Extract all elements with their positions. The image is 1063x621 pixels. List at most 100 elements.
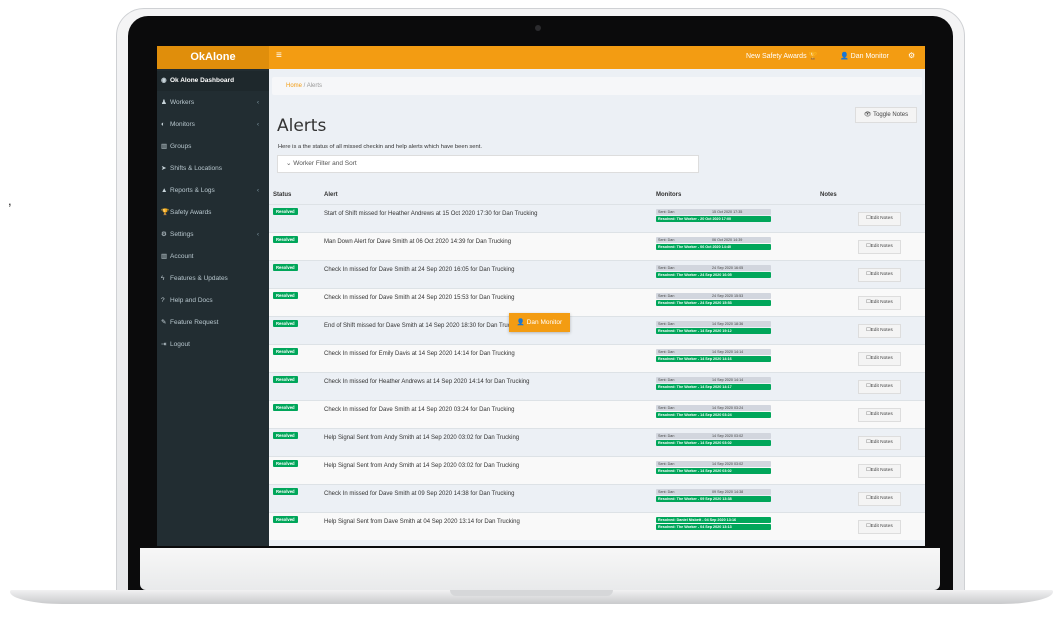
sidebar-item-logout[interactable]: ⇥ Logout	[157, 335, 269, 355]
table-row: Resolved Check In missed for Heather And…	[269, 372, 925, 400]
sidebar-item-label: Ok Alone Dashboard	[170, 77, 235, 84]
status-badge: Resolved	[273, 432, 298, 439]
table-row: Resolved Help Signal Sent from Dave Smit…	[269, 512, 925, 540]
edit-notes-button[interactable]: ☐Edit Notes	[858, 408, 901, 422]
edit-notes-button[interactable]: ☐Edit Notes	[858, 212, 901, 226]
breadcrumb-current: Alerts	[306, 83, 323, 89]
sidebar-item-workers[interactable]: ♟ Workers ‹	[157, 93, 269, 113]
chevron-left-icon: ‹	[257, 122, 259, 128]
user-menu-link[interactable]: 👤 Dan Monitor	[840, 52, 889, 60]
row-divider	[269, 456, 925, 457]
question-icon: ?	[161, 297, 165, 304]
gears-icon: ⚙	[161, 231, 167, 238]
sidebar-item-help[interactable]: ? Help and Docs	[157, 291, 269, 311]
status-badge: Resolved	[273, 264, 298, 271]
alert-text: Check In missed for Dave Smith at 24 Sep…	[324, 295, 515, 301]
sidebar-item-feature-request[interactable]: ✎ Feature Request	[157, 313, 269, 333]
user-hover-tooltip: 👤 Dan Monitor	[509, 313, 570, 332]
monitor-resolved-badge: Resolved: The Worker - 06 Oct 2020 14:40	[656, 244, 771, 250]
status-badge: Resolved	[273, 208, 298, 215]
sidebar-item-reports[interactable]: ▲ Reports & Logs ‹	[157, 181, 269, 201]
sent-label: Sent: Dan	[658, 434, 675, 438]
row-divider	[269, 260, 925, 261]
new-safety-awards-link[interactable]: New Safety Awards 🏆	[746, 52, 817, 60]
edit-notes-button[interactable]: ☐Edit Notes	[858, 380, 901, 394]
sidebar-item-shifts[interactable]: ➤ Shifts & Locations	[157, 159, 269, 179]
edit-notes-button[interactable]: ☐Edit Notes	[858, 324, 901, 338]
sidebar-item-monitors[interactable]: ◐ Monitors ‹	[157, 115, 269, 135]
sent-date: 14 Sep 2020 14:14	[712, 378, 744, 382]
sent-date: 14 Sep 2020 14:14	[712, 350, 744, 354]
hamburger-menu-icon[interactable]: ≡	[276, 50, 282, 61]
status-badge: Resolved	[273, 404, 298, 411]
sent-date: 14 Sep 2020 03:24	[712, 406, 744, 410]
row-divider	[269, 512, 925, 513]
alert-text: End of Shift missed for Dave Smith at 14…	[324, 323, 522, 329]
monitor-sent-badge: Sent: Dan 06 Oct 2020 14:39	[656, 237, 771, 243]
breadcrumb-home-link[interactable]: Home	[286, 83, 302, 89]
status-badge: Resolved	[273, 488, 298, 495]
edit-notes-button[interactable]: ☐Edit Notes	[858, 296, 901, 310]
sidebar-item-dashboard[interactable]: ◉ Ok Alone Dashboard	[157, 71, 269, 91]
page-subtitle: Here is a the status of all missed check…	[278, 144, 482, 150]
monitor-sent-badge: Sent: Dan 24 Sep 2020 15:53	[656, 293, 771, 299]
sidebar-item-safety-awards[interactable]: 🏆Safety Awards	[157, 203, 269, 223]
sidebar-item-groups[interactable]: ▥ Groups	[157, 137, 269, 157]
monitor-sent-badge: Sent: Dan 14 Sep 2020 14:14	[656, 377, 771, 383]
camera-icon	[535, 25, 541, 31]
column-header-notes: Notes	[820, 192, 837, 198]
edit-notes-button[interactable]: ☐Edit Notes	[858, 436, 901, 450]
sent-date: 09 Sep 2020 14:38	[712, 490, 744, 494]
gears-icon[interactable]: ⚙	[908, 51, 915, 60]
chart-icon: ▲	[161, 187, 168, 194]
sidebar-item-label: Logout	[170, 341, 190, 348]
sent-label: Sent: Dan	[658, 462, 675, 466]
alert-text: Check In missed for Dave Smith at 09 Sep…	[324, 491, 515, 497]
sidebar-item-label: Reports & Logs	[170, 187, 215, 194]
sent-label: Sent: Dan	[658, 378, 675, 382]
monitor-sent-badge: Sent: Dan 14 Sep 2020 03:02	[656, 433, 771, 439]
edit-notes-button[interactable]: ☐Edit Notes	[858, 268, 901, 282]
table-row: Resolved Help Signal Sent from Andy Smit…	[269, 456, 925, 484]
alert-text: Help Signal Sent from Dave Smith at 04 S…	[324, 519, 520, 525]
sidebar-item-label: Safety Awards	[170, 209, 212, 216]
sent-label: Sent: Dan	[658, 266, 675, 270]
row-divider	[269, 400, 925, 401]
chevron-left-icon: ‹	[257, 100, 259, 106]
edit-notes-button[interactable]: ☐Edit Notes	[858, 492, 901, 506]
row-divider	[269, 372, 925, 373]
sidebar-item-label: Help and Docs	[170, 297, 213, 304]
toggle-notes-button[interactable]: 👁 Toggle Notes	[855, 107, 917, 123]
location-arrow-icon: ➤	[161, 165, 167, 172]
sidebar-item-label: Features & Updates	[170, 275, 228, 282]
status-badge: Resolved	[273, 320, 298, 327]
edit-notes-button[interactable]: ☐Edit Notes	[858, 352, 901, 366]
monitor-resolved-badge: Resolved: The Worker - 09 Sep 2020 13:38	[656, 496, 771, 502]
worker-filter-toggle[interactable]: ⌄ Worker Filter and Sort	[277, 155, 699, 173]
laptop-notch	[450, 590, 613, 596]
table-row: Resolved Check In missed for Dave Smith …	[269, 400, 925, 428]
sidebar-item-settings[interactable]: ⚙ Settings ‹	[157, 225, 269, 245]
edit-notes-button[interactable]: ☐Edit Notes	[858, 520, 901, 534]
sidebar-item-features[interactable]: ϟ Features & Updates	[157, 269, 269, 289]
table-row: Resolved Start of Shift missed for Heath…	[269, 204, 925, 232]
column-header-status: Status	[273, 192, 292, 198]
row-divider	[269, 484, 925, 485]
sidebar-item-account[interactable]: ▥ Account	[157, 247, 269, 267]
sidebar-item-label: Workers	[170, 99, 195, 106]
sent-label: Sent: Dan	[658, 322, 675, 326]
alert-text: Start of Shift missed for Heather Andrew…	[324, 211, 538, 217]
monitor-sent-badge: Sent: Dan 24 Sep 2020 16:05	[656, 265, 771, 271]
row-divider	[269, 316, 925, 317]
monitor-resolved-badge: Resolved: The Worker - 14 Sep 2020 03:02	[656, 468, 771, 474]
edit-notes-button[interactable]: ☐Edit Notes	[858, 240, 901, 254]
monitor-resolved-badge: Resolved: The Worker - 14 Sep 2020 03:02	[656, 440, 771, 446]
sidebar-item-label: Settings	[170, 231, 194, 238]
stray-mark: ,	[8, 193, 12, 208]
row-divider	[269, 288, 925, 289]
edit-notes-button[interactable]: ☐Edit Notes	[858, 464, 901, 478]
monitor-sent-badge: Sent: Dan 14 Sep 2020 18:36	[656, 321, 771, 327]
breadcrumb: Home / Alerts	[272, 77, 922, 95]
brand-logo[interactable]: OkAlone	[157, 46, 269, 69]
laptop-mockup: , OkAlone ≡ New Safety Awards 🏆 👤 Dan Mo…	[0, 0, 1063, 621]
